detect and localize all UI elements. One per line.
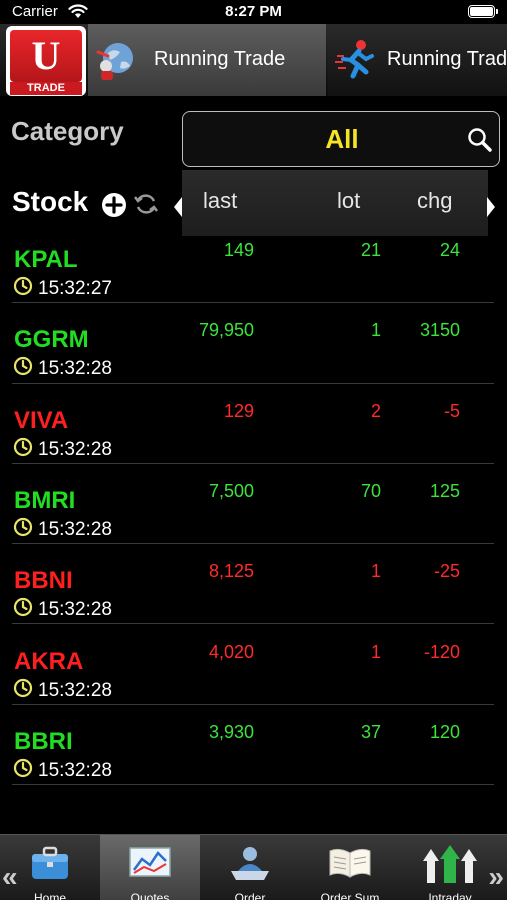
table-row[interactable]: BBRI 15:32:28 3,930 37 120 xyxy=(0,720,494,800)
stock-column-header: Stock xyxy=(12,186,89,217)
nav-intraday[interactable]: Intraday xyxy=(400,835,500,900)
stock-code: KPAL xyxy=(14,246,78,273)
stock-time: 15:32:28 xyxy=(38,518,112,540)
stock-code: AKRA xyxy=(14,647,84,675)
chevron-left-icon[interactable] xyxy=(173,196,183,218)
nav-order[interactable]: Order xyxy=(200,835,300,900)
tab-label: Running Trade xyxy=(154,48,286,70)
nav-label: Home xyxy=(33,891,66,900)
table-row[interactable]: GGRM 15:32:28 79,950 1 3150 xyxy=(0,318,494,398)
column-header-last[interactable]: last xyxy=(203,188,237,214)
row-divider xyxy=(12,302,494,304)
category-value: All xyxy=(325,124,359,154)
clock-icon xyxy=(13,678,33,703)
change-value: 125 xyxy=(429,480,460,501)
tab-running-trade-2[interactable]: Running Trade xyxy=(328,24,507,96)
stock-code: BMRI xyxy=(14,486,76,514)
change-value: -5 xyxy=(443,400,460,421)
lot-value: 1 xyxy=(370,561,381,582)
nav-quotes[interactable]: Quotes xyxy=(100,835,200,900)
category-select[interactable]: All xyxy=(182,111,500,167)
last-price: 129 xyxy=(223,400,254,421)
table-row[interactable]: BMRI 15:32:28 7,500 70 125 xyxy=(0,479,494,559)
arrows-up-icon xyxy=(423,845,477,883)
nav-label: Quotes xyxy=(130,891,170,900)
change-value: 3150 xyxy=(419,320,460,341)
nav-order-sum[interactable]: Order Sum xyxy=(300,835,400,900)
tab-label: Running Trade xyxy=(387,48,507,70)
briefcase-icon xyxy=(32,846,68,879)
table-row[interactable]: KPAL 15:32:27 149 21 24 xyxy=(0,238,494,318)
table-row[interactable]: BBNI 15:32:28 8,125 1 -25 xyxy=(0,559,494,639)
battery-icon xyxy=(468,5,498,18)
clock-icon xyxy=(13,437,33,462)
row-divider xyxy=(12,543,494,545)
clock-icon xyxy=(13,517,33,542)
nav-label: Order xyxy=(234,891,266,900)
clock-icon xyxy=(13,356,33,381)
stock-time: 15:32:28 xyxy=(38,438,112,460)
clock-time: 8:27 PM xyxy=(225,3,282,20)
stock-code: GGRM xyxy=(14,326,89,354)
add-icon[interactable] xyxy=(101,192,127,218)
row-divider xyxy=(12,623,494,625)
change-value: 120 xyxy=(429,721,460,742)
status-bar: Carrier 8:27 PM xyxy=(0,0,507,24)
nav-label: Order Sum xyxy=(320,891,380,900)
logo-letter: U xyxy=(31,33,61,78)
change-value: -120 xyxy=(423,641,460,662)
column-header-chg[interactable]: chg xyxy=(417,188,452,214)
last-price: 7,500 xyxy=(208,480,254,501)
refresh-icon[interactable] xyxy=(133,191,159,217)
stock-code: BBRI xyxy=(14,727,73,755)
logo-badge: U xyxy=(10,30,82,82)
last-price: 79,950 xyxy=(198,320,254,341)
tab-running-trade[interactable]: Running Trade xyxy=(88,24,326,96)
stock-time: 15:32:27 xyxy=(38,278,112,299)
stock-code: VIVA xyxy=(14,406,69,434)
runner-icon xyxy=(335,40,374,79)
bottom-nav: « » Home Quotes Order Order Sum Intraday xyxy=(0,834,507,900)
nav-home[interactable]: Home xyxy=(0,835,100,900)
lot-value: 70 xyxy=(360,480,381,501)
table-row[interactable]: AKRA 15:32:28 4,020 1 -120 xyxy=(0,640,494,720)
category-label: Category xyxy=(11,116,124,146)
clock-icon xyxy=(13,758,33,783)
change-value: -25 xyxy=(433,561,460,582)
row-divider xyxy=(12,703,494,705)
chart-icon xyxy=(129,847,171,877)
chevron-right-icon[interactable] xyxy=(486,196,496,218)
change-value: 24 xyxy=(439,240,460,260)
lot-value: 2 xyxy=(370,400,381,421)
stock-time: 15:32:28 xyxy=(38,679,112,701)
lot-value: 21 xyxy=(360,240,381,260)
clock-icon xyxy=(13,276,33,301)
table-row[interactable]: VIVA 15:32:28 129 2 -5 xyxy=(0,399,494,479)
clock-icon xyxy=(13,597,33,622)
lot-value: 1 xyxy=(370,320,381,341)
globe-person-icon xyxy=(96,43,133,80)
last-price: 8,125 xyxy=(208,561,254,582)
last-price: 3,930 xyxy=(208,721,254,742)
lot-value: 1 xyxy=(370,641,381,662)
column-header-lot[interactable]: lot xyxy=(337,188,360,214)
app-logo[interactable]: U TRADE xyxy=(6,26,86,96)
search-icon[interactable] xyxy=(467,127,493,153)
row-divider xyxy=(12,462,494,464)
row-divider xyxy=(12,784,494,786)
stock-time: 15:32:28 xyxy=(38,358,112,380)
top-tab-bar: U TRADE Running Trade Running Trade xyxy=(0,24,507,96)
lot-value: 37 xyxy=(360,721,381,742)
person-desk-icon xyxy=(231,847,269,880)
nav-label: Intraday xyxy=(428,891,472,900)
row-divider xyxy=(12,382,494,384)
stock-time: 15:32:28 xyxy=(38,759,112,781)
last-price: 149 xyxy=(223,240,254,260)
stock-time: 15:32:28 xyxy=(38,599,112,621)
stock-code: BBNI xyxy=(14,567,73,595)
last-price: 4,020 xyxy=(208,641,254,662)
logo-text: TRADE xyxy=(10,82,82,95)
book-icon xyxy=(329,848,371,878)
